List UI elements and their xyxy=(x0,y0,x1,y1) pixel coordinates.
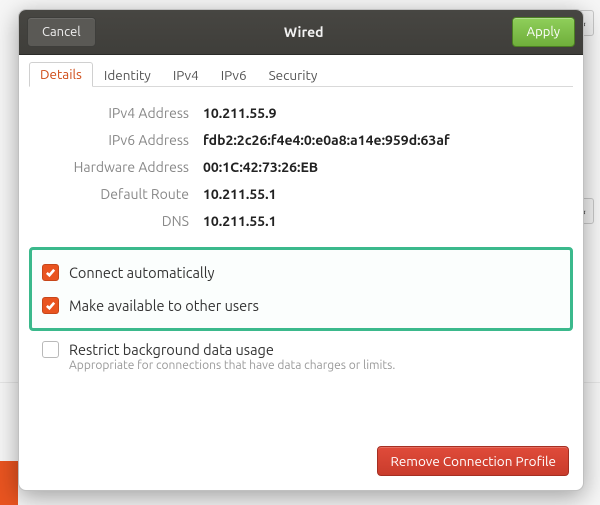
ipv6-value: fdb2:2c26:f4e4:0:e0a8:a14e:959d:63af xyxy=(203,132,573,148)
ipv6-label: IPv6 Address xyxy=(29,132,189,148)
dialog-title: Wired xyxy=(284,24,324,40)
highlighted-options: Connect automatically Make available to … xyxy=(29,247,573,331)
restrict-data-sublabel: Appropriate for connections that have da… xyxy=(69,359,395,372)
ipv4-value: 10.211.55.9 xyxy=(203,105,573,121)
tab-bar: Details Identity IPv4 IPv6 Security xyxy=(29,62,573,87)
available-to-others-checkbox[interactable] xyxy=(42,297,59,314)
dns-value: 10.211.55.1 xyxy=(203,213,573,229)
restrict-data-label: Restrict background data usage xyxy=(69,341,395,358)
orange-strip xyxy=(0,461,18,505)
details-grid: IPv4 Address 10.211.55.9 IPv6 Address fd… xyxy=(29,105,573,229)
titlebar: Cancel Wired Apply xyxy=(19,10,583,55)
connect-automatically-row[interactable]: Connect automatically xyxy=(42,261,556,284)
tab-ipv4[interactable]: IPv4 xyxy=(162,63,210,87)
tab-details[interactable]: Details xyxy=(29,62,93,87)
ipv4-label: IPv4 Address xyxy=(29,105,189,121)
connection-dialog: Cancel Wired Apply Details Identity IPv4… xyxy=(18,9,584,491)
available-to-others-row[interactable]: Make available to other users xyxy=(42,294,556,317)
connect-automatically-label: Connect automatically xyxy=(69,264,214,281)
dialog-body: Details Identity IPv4 IPv6 Security IPv4… xyxy=(19,55,583,490)
tab-identity[interactable]: Identity xyxy=(93,63,162,87)
restrict-data-row[interactable]: Restrict background data usage Appropria… xyxy=(29,341,573,372)
apply-button[interactable]: Apply xyxy=(512,17,575,47)
dns-label: DNS xyxy=(29,213,189,229)
route-value: 10.211.55.1 xyxy=(203,186,573,202)
restrict-data-checkbox[interactable] xyxy=(42,341,59,358)
hw-value: 00:1C:42:73:26:EB xyxy=(203,159,573,175)
restrict-data-text: Restrict background data usage Appropria… xyxy=(69,341,395,372)
available-to-others-label: Make available to other users xyxy=(69,297,259,314)
route-label: Default Route xyxy=(29,186,189,202)
connect-automatically-checkbox[interactable] xyxy=(42,264,59,281)
hw-label: Hardware Address xyxy=(29,159,189,175)
remove-connection-button[interactable]: Remove Connection Profile xyxy=(377,446,569,476)
tab-ipv6[interactable]: IPv6 xyxy=(210,63,258,87)
tab-security[interactable]: Security xyxy=(258,63,329,87)
cancel-button[interactable]: Cancel xyxy=(27,17,96,47)
